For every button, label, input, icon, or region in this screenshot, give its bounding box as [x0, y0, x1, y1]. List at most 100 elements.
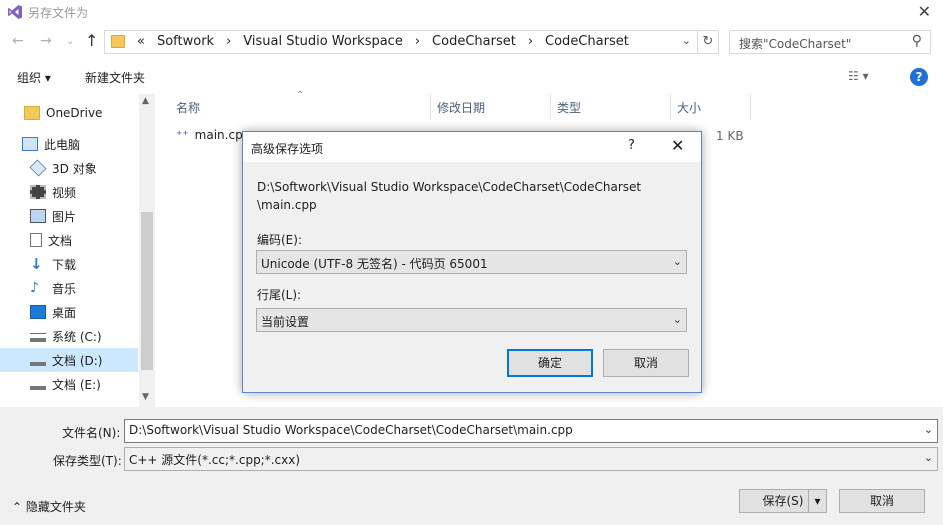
line-ending-value: 当前设置: [261, 315, 310, 329]
sidebar-item-desktop[interactable]: 桌面: [0, 300, 138, 324]
sidebar-item-onedrive[interactable]: OneDrive: [0, 101, 138, 125]
chevron-up-icon: ⌃: [12, 500, 23, 514]
sidebar-item-drive-c[interactable]: 系统 (C:): [0, 324, 138, 348]
dialog-cancel-label: 取消: [633, 356, 658, 370]
sidebar-item-label: 图片: [52, 209, 77, 224]
column-divider[interactable]: [430, 94, 431, 120]
scrollbar-thumb[interactable]: [141, 212, 153, 370]
chevron-down-icon[interactable]: ⌄: [924, 451, 933, 464]
hide-folders-toggle[interactable]: ⌃ 隐藏文件夹: [12, 498, 86, 515]
sidebar-item-music[interactable]: ♪ 音乐: [0, 276, 138, 300]
ok-button[interactable]: 确定: [507, 349, 593, 377]
sidebar-item-3d-objects[interactable]: 3D 对象: [0, 156, 138, 180]
chevron-right-icon[interactable]: ›: [522, 34, 539, 49]
filename-field[interactable]: D:\Softwork\Visual Studio Workspace\Code…: [124, 419, 938, 443]
ok-label: 确定: [537, 356, 562, 370]
sidebar-item-documents[interactable]: 文档: [0, 228, 138, 252]
sidebar-item-label: 3D 对象: [52, 161, 97, 176]
sidebar-item-pictures[interactable]: 图片: [0, 204, 138, 228]
address-bar[interactable]: « Softwork › Visual Studio Workspace › C…: [104, 30, 698, 54]
close-icon[interactable]: ✕: [671, 136, 684, 155]
help-icon[interactable]: ?: [628, 138, 635, 153]
sidebar-item-drive-d[interactable]: 文档 (D:): [0, 348, 138, 372]
line-ending-label: 行尾(L):: [257, 288, 302, 302]
encoding-label: 编码(E):: [257, 233, 302, 247]
chevron-right-icon[interactable]: ›: [220, 34, 237, 49]
sidebar-item-label: 系统 (C:): [52, 329, 102, 344]
chevron-down-icon[interactable]: ⌄: [673, 313, 682, 326]
file-row[interactable]: ⁺⁺ main.cpp: [176, 128, 250, 142]
sidebar-scrollbar[interactable]: ▲ ▼: [139, 94, 155, 407]
title-bar: 另存文件为 ✕: [0, 0, 943, 26]
breadcrumb-item[interactable]: Softwork: [151, 34, 220, 49]
sidebar-item-label: 桌面: [52, 305, 77, 320]
close-icon[interactable]: ✕: [918, 2, 931, 21]
computer-icon: [22, 137, 38, 151]
view-options-icon[interactable]: ☷ ▾: [848, 69, 869, 83]
breadcrumb-item[interactable]: Visual Studio Workspace: [237, 34, 409, 49]
folder-icon: [24, 106, 40, 120]
sidebar-item-drive-e[interactable]: 文档 (E:): [0, 372, 138, 396]
chevron-down-icon[interactable]: ⌄: [924, 423, 933, 436]
folder-icon: [111, 35, 125, 48]
chevron-down-icon[interactable]: ⌄: [673, 255, 682, 268]
line-ending-select[interactable]: 当前设置 ⌄: [256, 308, 687, 332]
dialog-title-bar: 高级保存选项 ? ✕: [243, 132, 701, 162]
column-header-type[interactable]: 类型: [557, 99, 581, 116]
filename-value: D:\Softwork\Visual Studio Workspace\Code…: [129, 423, 573, 437]
sidebar-item-videos[interactable]: 视频: [0, 180, 138, 204]
dialog-cancel-button[interactable]: 取消: [603, 349, 689, 377]
search-input[interactable]: 搜索"CodeCharset" ⚲: [729, 30, 931, 54]
back-arrow-icon[interactable]: ←: [12, 33, 24, 49]
column-divider[interactable]: [670, 94, 671, 120]
breadcrumb-item[interactable]: CodeCharset: [539, 34, 635, 49]
breadcrumb-item[interactable]: CodeCharset: [426, 34, 522, 49]
filetype-value: C++ 源文件(*.cc;*.cpp;*.cxx): [129, 453, 301, 467]
command-bar: 组织 ▾ 新建文件夹 ☷ ▾ ?: [0, 62, 943, 90]
sidebar-item-label: 音乐: [52, 281, 77, 296]
download-icon: ↓: [30, 255, 43, 273]
column-divider[interactable]: [550, 94, 551, 120]
organize-menu[interactable]: 组织 ▾: [17, 69, 51, 86]
column-divider[interactable]: [750, 94, 751, 120]
filetype-select[interactable]: C++ 源文件(*.cc;*.cpp;*.cxx) ⌄: [124, 447, 938, 471]
save-panel: 文件名(N): D:\Softwork\Visual Studio Worksp…: [0, 407, 943, 525]
save-dropdown-icon[interactable]: ▾: [808, 490, 826, 512]
up-arrow-icon[interactable]: ↑: [85, 31, 98, 50]
column-header-name[interactable]: 名称: [176, 99, 200, 116]
drive-icon: [30, 333, 46, 342]
file-path-line: \main.cpp: [257, 198, 317, 212]
scroll-down-icon[interactable]: ▼: [142, 392, 149, 402]
sidebar-item-downloads[interactable]: ↓ 下载: [0, 252, 138, 276]
sidebar-item-label: 视频: [52, 185, 77, 200]
sidebar-item-this-pc[interactable]: 此电脑: [0, 132, 138, 156]
encoding-select[interactable]: Unicode (UTF-8 无签名) - 代码页 65001 ⌄: [256, 250, 687, 274]
new-folder-button[interactable]: 新建文件夹: [85, 69, 145, 86]
forward-arrow-icon[interactable]: →: [40, 33, 52, 49]
drive-icon: [30, 357, 46, 366]
chevron-right-icon[interactable]: ›: [409, 34, 426, 49]
filename-label: 文件名(N):: [62, 426, 121, 440]
search-icon[interactable]: ⚲: [912, 33, 922, 49]
picture-icon: [30, 209, 46, 223]
sidebar-item-label: 此电脑: [44, 137, 81, 152]
sidebar-item-label: 下载: [52, 257, 77, 272]
cancel-button[interactable]: 取消: [839, 489, 925, 513]
column-header-date[interactable]: 修改日期: [437, 99, 485, 116]
sidebar-item-label: 文档 (E:): [52, 377, 101, 392]
breadcrumb-overflow[interactable]: «: [131, 34, 151, 49]
desktop-icon: [30, 305, 46, 319]
music-icon: ♪: [30, 280, 39, 296]
refresh-icon[interactable]: ↻: [697, 30, 719, 54]
column-header-size[interactable]: 大小: [677, 99, 701, 116]
chevron-down-icon[interactable]: ⌄: [682, 34, 691, 47]
sidebar-item-label: 文档 (D:): [52, 353, 103, 368]
navigation-pane: OneDrive 此电脑 3D 对象 视频 图片 文档 ↓ 下载 ♪ 音乐 桌面…: [0, 94, 155, 407]
breadcrumb: « Softwork › Visual Studio Workspace › C…: [131, 34, 635, 49]
recent-locations-icon[interactable]: ⌄: [66, 36, 74, 47]
dialog-title: 高级保存选项: [251, 142, 324, 156]
scroll-up-icon[interactable]: ▲: [142, 96, 149, 106]
help-icon[interactable]: ?: [910, 68, 928, 86]
hide-folders-label: 隐藏文件夹: [25, 500, 86, 514]
save-button[interactable]: 保存(S) ▾: [739, 489, 827, 513]
